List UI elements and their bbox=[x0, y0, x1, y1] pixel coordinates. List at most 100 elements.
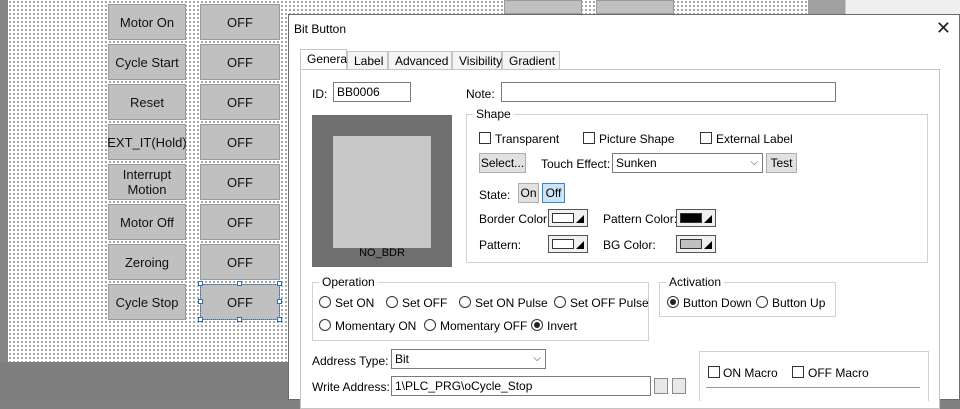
note-label: Note: bbox=[466, 87, 495, 101]
panel-button-label: Cycle Start bbox=[115, 54, 179, 70]
pattern-swatch bbox=[552, 239, 574, 249]
address-lock-icon[interactable] bbox=[672, 378, 686, 394]
external-label-label: External Label bbox=[716, 132, 793, 146]
panel-button-label: Motor On bbox=[119, 14, 175, 30]
note-field[interactable] bbox=[501, 82, 836, 102]
picture-shape-checkbox[interactable] bbox=[583, 132, 595, 144]
panel-button-reset[interactable]: Reset bbox=[108, 84, 186, 120]
panel-button-label: Reset bbox=[130, 94, 164, 110]
transparent-checkbox[interactable] bbox=[479, 132, 491, 144]
off-macro-checkbox[interactable] bbox=[792, 366, 804, 378]
state-on-button[interactable]: On bbox=[518, 183, 539, 203]
tab-visibility[interactable]: Visibility bbox=[452, 51, 502, 70]
chevron-down-icon: ⌵ bbox=[533, 353, 541, 364]
panel-button-interrupt-motion[interactable]: Interrupt Motion bbox=[108, 164, 186, 200]
panel-button-label: Zeroing bbox=[124, 254, 170, 270]
activation-group-title: Activation bbox=[666, 275, 725, 289]
id-field[interactable]: BB0006 bbox=[333, 82, 411, 102]
touch-effect-label: Touch Effect: bbox=[541, 157, 611, 171]
bit-button-value[interactable]: OFF bbox=[200, 4, 280, 40]
dialog-title: Bit Button bbox=[294, 22, 347, 36]
bit-button-state: OFF bbox=[227, 14, 253, 30]
op-set-off-pulse-radio[interactable] bbox=[554, 296, 566, 308]
dropdown-triangle-icon bbox=[704, 215, 712, 223]
shape-group-title: Shape bbox=[473, 107, 514, 121]
close-icon[interactable]: ✕ bbox=[936, 18, 951, 38]
border-color-picker[interactable] bbox=[548, 209, 588, 227]
id-label: ID: bbox=[312, 87, 328, 101]
bit-button-value[interactable]: OFF bbox=[200, 164, 280, 200]
panel-button-cycle-stop[interactable]: Cycle Stop bbox=[108, 284, 186, 320]
test-button[interactable]: Test bbox=[766, 153, 797, 173]
preview-button-face bbox=[333, 136, 431, 248]
picture-shape-label: Picture Shape bbox=[599, 132, 675, 146]
partial-object-2[interactable] bbox=[596, 0, 674, 14]
panel-button-label: Cycle Stop bbox=[115, 294, 179, 310]
bit-button-state: OFF bbox=[227, 174, 253, 190]
resize-handle[interactable] bbox=[277, 281, 282, 286]
op-set-off-label: Set OFF bbox=[402, 296, 448, 310]
touch-effect-dropdown[interactable]: Sunken ⌵ bbox=[612, 153, 763, 173]
dialog-titlebar[interactable]: Bit Button ✕ bbox=[289, 15, 959, 43]
resize-handle[interactable] bbox=[198, 317, 203, 322]
bit-button-value[interactable]: OFF bbox=[200, 244, 280, 280]
address-type-dropdown[interactable]: Bit ⌵ bbox=[391, 349, 546, 369]
op-momentary-off-radio[interactable] bbox=[424, 319, 436, 331]
activation-button-down-radio[interactable] bbox=[667, 296, 679, 308]
transparent-label: Transparent bbox=[495, 132, 560, 146]
tab-gradient[interactable]: Gradient bbox=[502, 51, 560, 70]
resize-handle[interactable] bbox=[237, 317, 242, 322]
bit-button-dialog: Bit Button ✕ General Label Advanced Visi… bbox=[288, 14, 960, 409]
op-invert-radio[interactable] bbox=[531, 319, 543, 331]
op-set-on-pulse-label: Set ON Pulse bbox=[475, 296, 548, 310]
panel-button-zeroing[interactable]: Zeroing bbox=[108, 244, 186, 280]
resize-handle[interactable] bbox=[277, 299, 282, 304]
bit-button-value[interactable]: OFF bbox=[200, 124, 280, 160]
bit-button-state: OFF bbox=[227, 94, 253, 110]
write-address-label: Write Address: bbox=[312, 380, 390, 394]
panel-button-motor-on[interactable]: Motor On bbox=[108, 4, 186, 40]
activation-button-up-radio[interactable] bbox=[756, 296, 768, 308]
op-set-off-radio[interactable] bbox=[386, 296, 398, 308]
panel-button-ext-it-hold[interactable]: EXT_IT(Hold) bbox=[107, 124, 187, 160]
operation-group-title: Operation bbox=[319, 275, 378, 289]
bit-button-value[interactable]: OFF bbox=[200, 204, 280, 240]
on-macro-checkbox[interactable] bbox=[708, 366, 720, 378]
bit-button-value[interactable]: OFF bbox=[200, 44, 280, 80]
dropdown-triangle-icon bbox=[576, 215, 584, 223]
op-set-on-pulse-radio[interactable] bbox=[459, 296, 471, 308]
tab-label[interactable]: Label bbox=[347, 51, 388, 70]
off-macro-label: OFF Macro bbox=[808, 366, 869, 380]
tab-general[interactable]: General bbox=[300, 49, 350, 71]
dropdown-triangle-icon bbox=[576, 241, 584, 249]
panel-button-cycle-start[interactable]: Cycle Start bbox=[108, 44, 186, 80]
write-address-field[interactable]: 1\PLC_PRG\oCycle_Stop bbox=[391, 376, 651, 396]
tab-advanced[interactable]: Advanced bbox=[388, 51, 452, 70]
select-shape-button[interactable]: Select... bbox=[479, 153, 526, 173]
panel-button-motor-off[interactable]: Motor Off bbox=[108, 204, 186, 240]
bg-color-picker[interactable] bbox=[676, 235, 716, 253]
macro-divider bbox=[706, 387, 920, 388]
partial-object-1[interactable] bbox=[504, 0, 582, 14]
pattern-color-picker[interactable] bbox=[676, 209, 716, 227]
panel-button-label: Motor Off bbox=[120, 214, 174, 230]
address-type-value: Bit bbox=[395, 352, 410, 366]
resize-handle[interactable] bbox=[198, 299, 203, 304]
bit-button-state: OFF bbox=[227, 134, 253, 150]
op-momentary-on-radio[interactable] bbox=[319, 319, 331, 331]
op-set-on-radio[interactable] bbox=[319, 296, 331, 308]
address-keypad-icon[interactable] bbox=[654, 378, 668, 394]
pattern-color-label: Pattern Color: bbox=[603, 212, 678, 226]
resize-handle[interactable] bbox=[277, 317, 282, 322]
pattern-color-swatch bbox=[680, 213, 702, 223]
touch-effect-value: Sunken bbox=[616, 156, 657, 170]
resize-handle[interactable] bbox=[237, 281, 242, 286]
external-label-checkbox[interactable] bbox=[700, 132, 712, 144]
pattern-picker[interactable] bbox=[548, 235, 588, 253]
shape-preview: NO_BDR bbox=[312, 115, 452, 267]
bit-button-value[interactable]: OFF bbox=[200, 84, 280, 120]
op-momentary-off-label: Momentary OFF bbox=[440, 319, 528, 333]
resize-handle[interactable] bbox=[198, 281, 203, 286]
on-macro-label: ON Macro bbox=[723, 366, 778, 380]
state-off-button[interactable]: Off bbox=[542, 183, 565, 203]
